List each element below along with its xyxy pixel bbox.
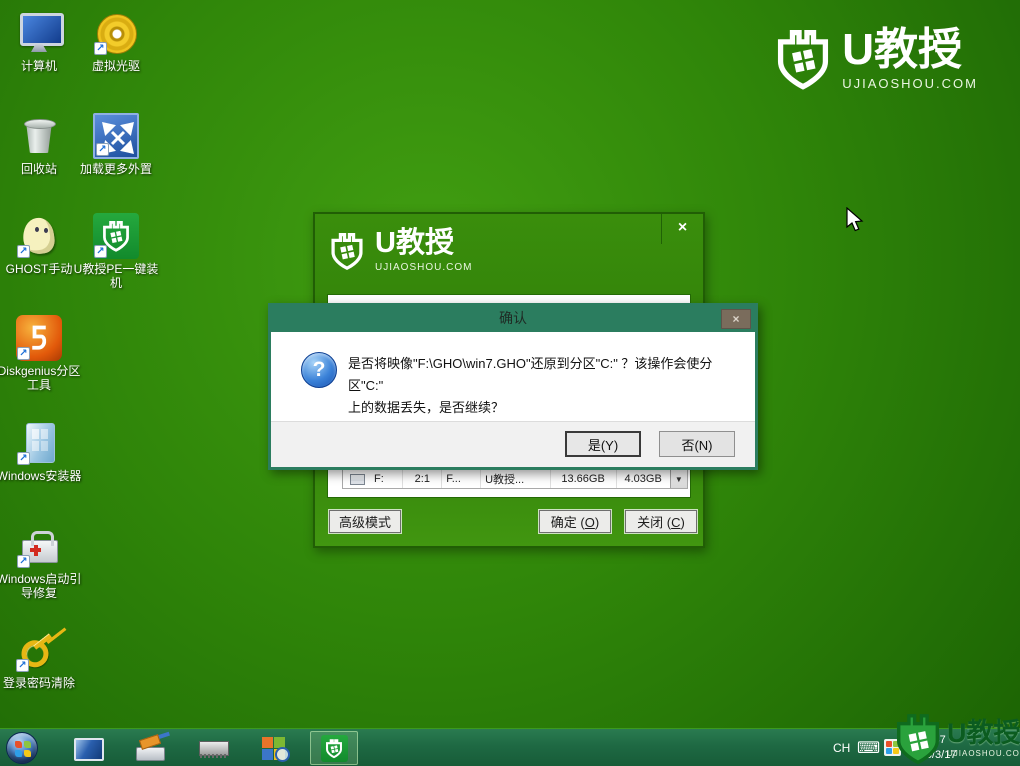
desktop-icon-label: Diskgenius分区工具 bbox=[0, 364, 82, 393]
taskbar-image-viewer-button[interactable] bbox=[260, 735, 290, 762]
partition-free: 4.03GB bbox=[617, 470, 670, 488]
brand-logo: U教授 UJIAOSHOU.COM bbox=[774, 26, 978, 92]
dialog-message-line1: 是否将映像"F:\GHO\win7.GHO"还原到分区"C:" ？该操作会使分区… bbox=[348, 353, 743, 397]
password-clear-icon bbox=[7, 618, 72, 683]
start-button[interactable] bbox=[6, 732, 38, 764]
close-button-label-end: ) bbox=[681, 515, 685, 530]
close-button-label: 关闭 ( bbox=[637, 515, 671, 530]
no-button[interactable]: 否(N) bbox=[659, 431, 735, 457]
windows-flag-icon bbox=[15, 741, 31, 757]
recycle-bin-icon bbox=[16, 113, 62, 159]
shortcut-arrow-icon: ↗ bbox=[94, 42, 107, 55]
keyboard-icon[interactable]: ⌨ bbox=[857, 738, 880, 758]
desktop-icon-computer[interactable]: 计算机 bbox=[0, 10, 78, 73]
taskbar-ramdisk-button[interactable] bbox=[198, 735, 228, 762]
desktop-icon-ghost[interactable]: ↗ GHOST手动 bbox=[0, 213, 78, 276]
window-close-area: × bbox=[661, 214, 703, 244]
dialog-body: ? 是否将映像"F:\GHO\win7.GHO"还原到分区"C:" ？该操作会使… bbox=[271, 332, 755, 421]
disk-cell bbox=[343, 470, 370, 488]
computer-icon bbox=[16, 10, 62, 56]
shortcut-arrow-icon: ↗ bbox=[17, 452, 30, 465]
yes-button[interactable]: 是(Y) bbox=[565, 431, 641, 457]
dialog-message-line2: 上的数据丢失，是否继续？ bbox=[348, 397, 743, 419]
watermark-shield-icon bbox=[893, 710, 943, 766]
shortcut-arrow-icon: ↗ bbox=[17, 555, 30, 568]
desktop: 计算机 ↗ 虚拟光驱 回收站 ↗ 加载更多外置 ↗ GHOST手动 bbox=[0, 0, 1020, 766]
confirm-dialog: 确认 × ? 是否将映像"F:\GHO\win7.GHO"还原到分区"C:" ？… bbox=[268, 303, 758, 470]
dialog-title: 确认 bbox=[499, 310, 527, 326]
brand-shield-icon bbox=[774, 26, 832, 92]
watermark-brand-name: U教授 bbox=[947, 720, 1020, 747]
watermark-brand-domain: UJIAOSHOU.COM bbox=[947, 750, 1020, 758]
windows-installer-icon: ↗ bbox=[16, 420, 62, 466]
window-brand-domain: UJIAOSHOU.COM bbox=[375, 263, 472, 273]
desktop-icon-label: Windows启动引导修复 bbox=[0, 572, 82, 601]
chevron-down-icon: ▼ bbox=[675, 475, 683, 484]
boot-repair-icon: ↗ bbox=[16, 523, 62, 569]
taskbar-ujiaoshou-active-button[interactable] bbox=[310, 731, 358, 765]
partition-select[interactable]: F: 2:1 F... U教授... 13.66GB 4.03GB ▼ bbox=[342, 469, 688, 489]
dialog-titlebar: 确认 × bbox=[271, 306, 755, 332]
desktop-icon-label: GHOST手动 bbox=[0, 262, 82, 276]
mouse-cursor bbox=[845, 207, 867, 238]
brand-domain: UJIAOSHOU.COM bbox=[842, 77, 978, 90]
ok-button-label-end: ) bbox=[595, 515, 599, 530]
ok-button-label: 确定 ( bbox=[551, 515, 585, 530]
window-close-button[interactable]: × bbox=[671, 217, 695, 239]
virtual-cd-icon: ↗ bbox=[93, 10, 139, 56]
ok-button[interactable]: 确定 (O) bbox=[539, 510, 611, 533]
desktop-icon-recycle-bin[interactable]: 回收站 bbox=[0, 113, 78, 176]
partition-size: 13.66GB bbox=[551, 470, 617, 488]
diskgenius-icon: ↗ bbox=[16, 315, 62, 361]
partition-fs: F... bbox=[442, 470, 481, 488]
shortcut-arrow-icon: ↗ bbox=[17, 347, 30, 360]
partition-volume: U教授... bbox=[481, 470, 551, 488]
advanced-mode-button[interactable]: 高级模式 bbox=[329, 510, 401, 533]
partition-dropdown-button[interactable]: ▼ bbox=[670, 470, 687, 488]
desktop-icon-label: U教授PE一键装机 bbox=[73, 262, 159, 291]
desktop-icon-label: 虚拟光驱 bbox=[73, 59, 159, 73]
load-external-icon: ↗ bbox=[93, 113, 139, 159]
close-button[interactable]: 关闭 (C) bbox=[625, 510, 697, 533]
question-icon: ? bbox=[301, 352, 337, 388]
taskbar-show-desktop-button[interactable] bbox=[72, 735, 102, 762]
shortcut-arrow-icon: ↗ bbox=[17, 245, 30, 258]
brand-shield-icon bbox=[329, 230, 365, 272]
shortcut-arrow-icon: ↗ bbox=[94, 245, 107, 258]
desktop-icon-label: 登录密码清除 bbox=[0, 676, 82, 690]
desktop-icon-label: Windows安装器 bbox=[0, 469, 82, 483]
partition-drive: F: bbox=[370, 470, 403, 488]
taskbar: CH ⌨ 14:37 2016/3/17 bbox=[0, 728, 1020, 766]
ujiaoshou-shield-icon bbox=[321, 735, 348, 762]
desktop-icon-load-external[interactable]: ↗ 加载更多外置 bbox=[77, 113, 155, 176]
watermark-logo: U教授 UJIAOSHOU.COM bbox=[893, 710, 1020, 766]
window-logo: U教授 UJIAOSHOU.COM bbox=[329, 229, 472, 273]
desktop-icon-label: 计算机 bbox=[0, 59, 82, 73]
dialog-message: 是否将映像"F:\GHO\win7.GHO"还原到分区"C:" ？该操作会使分区… bbox=[348, 353, 743, 419]
shortcut-arrow-icon: ↗ bbox=[16, 659, 29, 672]
window-brand-name: U教授 bbox=[375, 229, 472, 258]
desktop-icon-pe-install[interactable]: ↗ U教授PE一键装机 bbox=[77, 213, 155, 291]
dialog-close-button[interactable]: × bbox=[721, 309, 751, 329]
dialog-button-row: 是(Y) 否(N) bbox=[271, 421, 755, 467]
pe-install-shield-icon: ↗ bbox=[93, 213, 139, 259]
taskbar-disk-cleanup-button[interactable] bbox=[135, 735, 165, 762]
desktop-icon-password-clear[interactable]: ↗ 登录密码清除 bbox=[0, 627, 78, 690]
disk-drive-icon bbox=[350, 474, 365, 485]
ok-button-mnemonic: O bbox=[585, 515, 595, 530]
desktop-icon-boot-repair[interactable]: ↗ Windows启动引导修复 bbox=[0, 523, 78, 601]
desktop-icon-diskgenius[interactable]: ↗ Diskgenius分区工具 bbox=[0, 315, 78, 393]
language-indicator[interactable]: CH bbox=[833, 741, 850, 755]
close-button-mnemonic: C bbox=[671, 515, 680, 530]
brand-name: U教授 bbox=[842, 28, 978, 72]
partition-ratio: 2:1 bbox=[403, 470, 442, 488]
desktop-icon-virtual-cd[interactable]: ↗ 虚拟光驱 bbox=[77, 10, 155, 73]
shortcut-arrow-icon: ↗ bbox=[96, 143, 109, 156]
ghost-icon: ↗ bbox=[16, 213, 62, 259]
desktop-icon-label: 回收站 bbox=[0, 162, 82, 176]
desktop-icon-label: 加载更多外置 bbox=[73, 162, 159, 176]
desktop-icon-windows-installer[interactable]: ↗ Windows安装器 bbox=[0, 420, 78, 483]
